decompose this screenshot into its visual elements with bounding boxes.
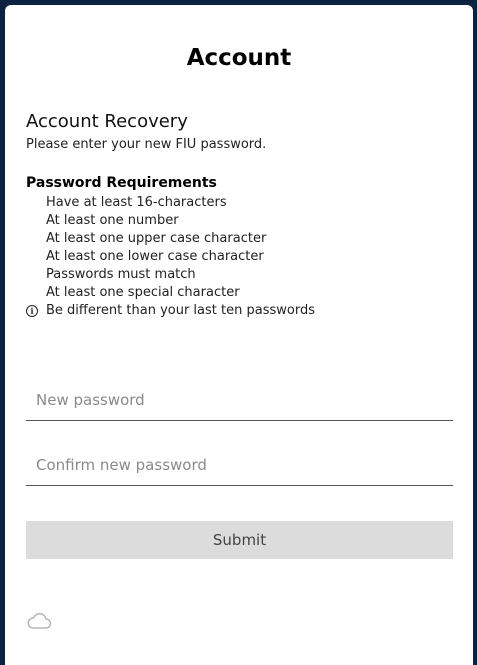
requirement-label: Passwords must match [46,267,196,282]
requirement-label: At least one number [46,213,179,228]
page-title: Account [186,45,292,71]
cloud-icon [27,612,52,629]
requirement-item: Passwords must match [26,266,315,284]
requirement-label: At least one upper case character [46,231,267,246]
new-password-input[interactable] [26,380,453,420]
requirement-item: At least one lower case character [26,248,315,266]
requirement-label: At least one special character [46,285,240,300]
account-card: Account Account Recovery Please enter yo… [5,5,473,665]
requirement-label: Have at least 16-characters [46,195,227,210]
new-password-field [26,380,453,421]
confirm-password-field [26,445,453,486]
requirement-label: Be different than your last ten password… [46,303,315,318]
requirement-item: At least one number [26,212,315,230]
requirement-item: Have at least 16-characters [26,194,315,212]
submit-button[interactable]: Submit [26,521,453,559]
section-title: Account Recovery [26,111,188,132]
requirement-label: At least one lower case character [46,249,264,264]
requirement-item: At least one special character [26,284,315,302]
requirement-item: At least one upper case character [26,230,315,248]
requirements-heading: Password Requirements [26,175,217,191]
requirement-item: i Be different than your last ten passwo… [26,302,315,320]
instructions-text: Please enter your new FIU password. [26,137,267,152]
info-circle-icon: i [26,305,38,317]
requirements-list: Have at least 16-characters At least one… [26,194,315,320]
confirm-password-input[interactable] [26,445,453,485]
